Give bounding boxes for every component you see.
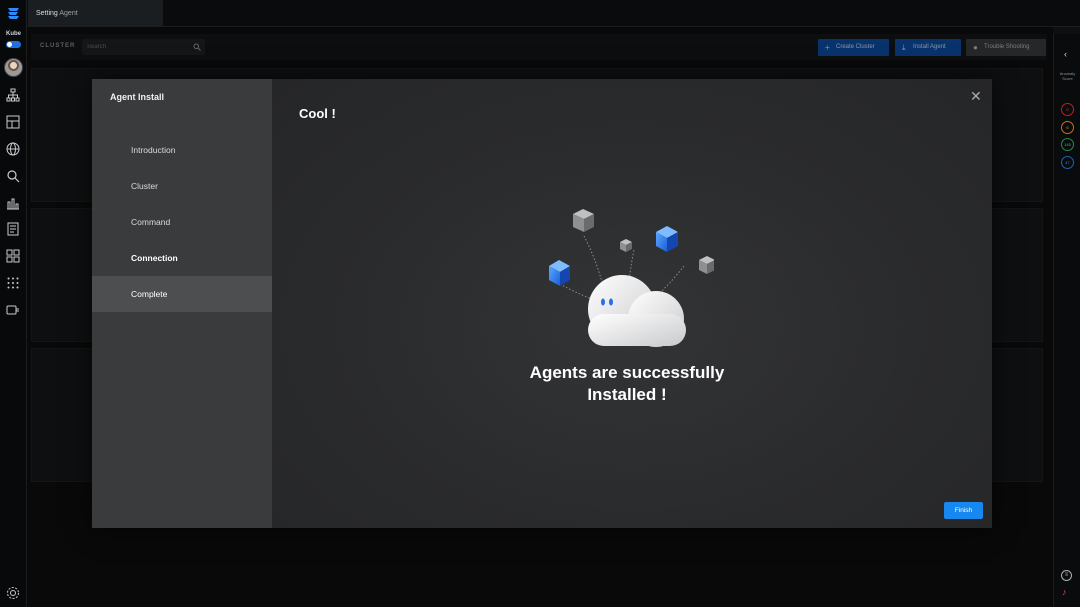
completion-heading: Cool ! bbox=[299, 106, 336, 121]
step-introduction[interactable]: Introduction bbox=[92, 132, 272, 168]
globe-icon[interactable] bbox=[6, 142, 20, 156]
layout-icon[interactable] bbox=[6, 115, 20, 129]
anomaly-label-line2: Score bbox=[1062, 76, 1073, 81]
close-icon[interactable]: ✕ bbox=[970, 89, 982, 103]
report-icon[interactable] bbox=[6, 222, 20, 236]
topology-icon[interactable] bbox=[6, 88, 20, 102]
warning-count-badge[interactable]: 6 bbox=[1061, 121, 1074, 134]
info-count-badge[interactable]: 47 bbox=[1061, 156, 1074, 169]
modal-title: Agent Install bbox=[110, 92, 165, 102]
app-logo-icon[interactable] bbox=[6, 6, 21, 20]
kube-toggle[interactable] bbox=[6, 41, 21, 48]
success-line1: Agents are successfully bbox=[529, 363, 725, 382]
modal-content: Cool ! ✕ Agents are successfully Install… bbox=[272, 79, 992, 528]
top-bar: Setting Agent bbox=[27, 0, 1080, 27]
critical-count-badge[interactable]: 0 bbox=[1061, 103, 1074, 116]
list-icon[interactable]: ≡ bbox=[1061, 570, 1072, 581]
collapse-chevron-icon[interactable]: ‹ bbox=[1064, 49, 1067, 59]
settings-gear-icon[interactable] bbox=[6, 586, 20, 600]
avatar[interactable] bbox=[4, 58, 23, 77]
app-root: Kube Setting Agent CLUSTER Search + Crea… bbox=[0, 0, 1080, 607]
success-line2: Installed ! bbox=[587, 385, 667, 404]
agent-install-modal: Agent Install Introduction Cluster Comma… bbox=[92, 79, 992, 528]
step-command[interactable]: Command bbox=[92, 204, 272, 240]
tab-name: Agent bbox=[59, 10, 78, 17]
right-rail: ‹ Anomaly Score 0 6 145 47 ≡ ♪ bbox=[1053, 34, 1080, 607]
bar-chart-icon[interactable] bbox=[6, 196, 20, 210]
dashboard-icon[interactable] bbox=[6, 249, 20, 263]
cloud-illustration bbox=[549, 209, 714, 347]
modal-sidebar: Agent Install Introduction Cluster Comma… bbox=[92, 79, 272, 528]
notification-bell-icon[interactable]: ♪ bbox=[1062, 587, 1072, 597]
tab-setting-agent[interactable]: Setting Agent bbox=[28, 0, 163, 27]
step-connection[interactable]: Connection bbox=[92, 240, 272, 276]
finish-button[interactable]: Finish bbox=[944, 502, 983, 519]
step-complete[interactable]: Complete bbox=[92, 276, 272, 312]
tab-prefix: Setting bbox=[36, 10, 58, 17]
success-message: Agents are successfully Installed ! bbox=[472, 362, 782, 406]
cube-grey-large bbox=[573, 209, 594, 232]
step-cluster[interactable]: Cluster bbox=[92, 168, 272, 204]
search-nav-icon[interactable] bbox=[6, 169, 20, 183]
normal-count-badge[interactable]: 145 bbox=[1061, 138, 1074, 151]
plugin-icon[interactable] bbox=[6, 303, 20, 317]
anomaly-score-label: Anomaly Score bbox=[1055, 71, 1080, 81]
apps-grid-icon[interactable] bbox=[6, 276, 20, 290]
kube-label: Kube bbox=[6, 31, 21, 37]
left-nav: Kube bbox=[0, 0, 27, 607]
